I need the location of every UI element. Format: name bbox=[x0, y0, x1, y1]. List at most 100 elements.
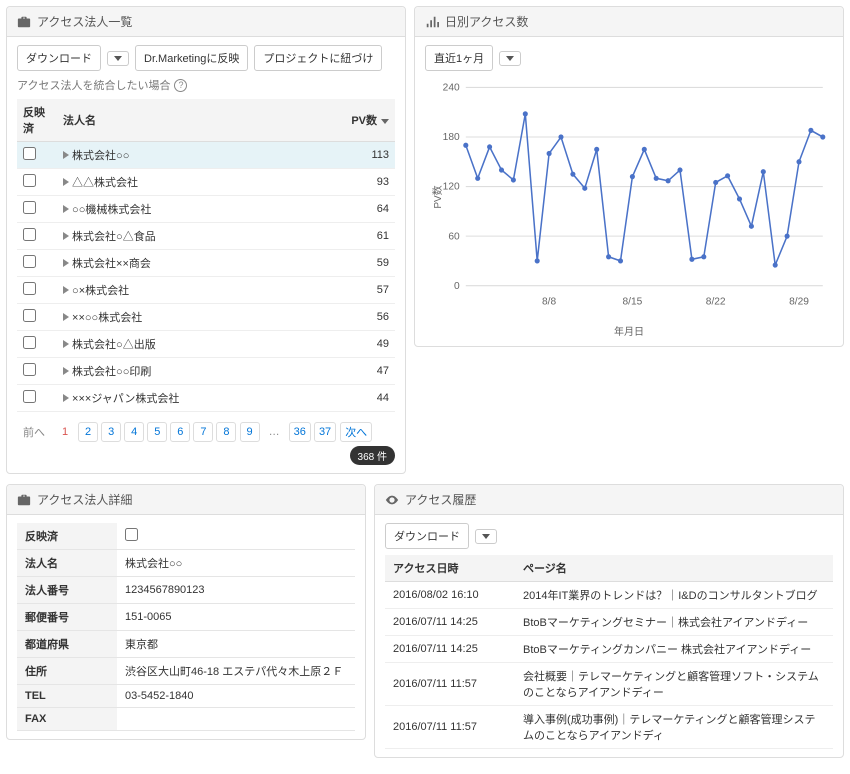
detail-label: 法人番号 bbox=[17, 577, 117, 604]
history-datetime: 2016/07/11 11:57 bbox=[385, 663, 515, 706]
company-name: 株式会社○△食品 bbox=[57, 223, 335, 250]
history-row[interactable]: 2016/07/11 11:57会社概要｜テレマーケティングと顧客管理ソフト・シ… bbox=[385, 663, 833, 706]
row-checkbox[interactable] bbox=[23, 282, 36, 295]
company-name: ××○○株式会社 bbox=[57, 304, 335, 331]
history-table: アクセス日時 ページ名 2016/08/02 16:102014年IT業界のトレ… bbox=[385, 555, 833, 749]
history-row[interactable]: 2016/08/02 16:102014年IT業界のトレンドは？｜I&Dのコンサ… bbox=[385, 582, 833, 609]
svg-text:0: 0 bbox=[454, 281, 460, 292]
company-detail-panel: アクセス法人詳細 反映済法人名株式会社○○法人番号1234567890123郵便… bbox=[6, 484, 366, 740]
pagination-next[interactable]: 次へ bbox=[340, 422, 372, 442]
pagination-page[interactable]: 7 bbox=[193, 422, 213, 442]
col-reflected[interactable]: 反映済 bbox=[17, 99, 57, 142]
reflected-checkbox[interactable] bbox=[125, 528, 138, 541]
chart-ylabel: PV数 bbox=[429, 185, 444, 208]
chevron-right-icon bbox=[63, 367, 69, 375]
detail-value: 151-0065 bbox=[117, 604, 355, 631]
company-name: △△株式会社 bbox=[57, 169, 335, 196]
detail-value bbox=[117, 708, 355, 731]
row-checkbox[interactable] bbox=[23, 309, 36, 322]
chevron-right-icon bbox=[63, 340, 69, 348]
pagination-page[interactable]: 37 bbox=[314, 422, 336, 442]
pagination-page[interactable]: 9 bbox=[240, 422, 260, 442]
history-page: 会社概要｜テレマーケティングと顧客管理ソフト・システムのことならアイアンドディー bbox=[515, 663, 833, 706]
caret-down-icon bbox=[114, 56, 122, 61]
dr-marketing-button[interactable]: Dr.Marketingに反映 bbox=[135, 45, 248, 71]
pv-value: 59 bbox=[335, 250, 395, 277]
pagination-page[interactable]: 5 bbox=[147, 422, 167, 442]
table-row[interactable]: 株式会社○△食品 61 bbox=[17, 223, 395, 250]
svg-text:60: 60 bbox=[448, 231, 460, 242]
row-checkbox[interactable] bbox=[23, 228, 36, 241]
pagination-page[interactable]: 1 bbox=[55, 422, 75, 442]
svg-text:8/15: 8/15 bbox=[622, 296, 642, 307]
range-dropdown[interactable] bbox=[499, 51, 521, 66]
history-page: 2014年IT業界のトレンドは？｜I&Dのコンサルタントブログ bbox=[515, 582, 833, 609]
svg-text:120: 120 bbox=[443, 182, 460, 193]
detail-label: 反映済 bbox=[17, 523, 117, 550]
pagination-prev[interactable]: 前へ bbox=[17, 424, 51, 440]
history-row[interactable]: 2016/07/11 14:25BtoBマーケティングセミナー｜株式会社アイアン… bbox=[385, 609, 833, 636]
history-download-button[interactable]: ダウンロード bbox=[385, 523, 469, 549]
pagination-page[interactable]: 36 bbox=[289, 422, 311, 442]
detail-row: TEL03-5452-1840 bbox=[17, 685, 355, 708]
col-page[interactable]: ページ名 bbox=[515, 555, 833, 582]
history-row[interactable]: 2016/07/11 14:25BtoBマーケティングカンパニー 株式会社アイア… bbox=[385, 636, 833, 663]
detail-value: 渋谷区大山町46-18 エステパ代々木上原２Ｆ bbox=[117, 658, 355, 685]
row-checkbox[interactable] bbox=[23, 174, 36, 187]
detail-value: 1234567890123 bbox=[117, 577, 355, 604]
table-row[interactable]: ○×株式会社 57 bbox=[17, 277, 395, 304]
pagination-page[interactable]: 2 bbox=[78, 422, 98, 442]
briefcase-icon bbox=[17, 15, 31, 29]
detail-label: TEL bbox=[17, 685, 117, 708]
detail-label: 住所 bbox=[17, 658, 117, 685]
access-history-title: アクセス履歴 bbox=[405, 491, 476, 508]
download-dropdown[interactable] bbox=[107, 51, 129, 66]
detail-value bbox=[117, 523, 355, 550]
table-row[interactable]: 株式会社○○印刷 47 bbox=[17, 358, 395, 385]
pv-value: 93 bbox=[335, 169, 395, 196]
col-pv[interactable]: PV数 bbox=[335, 99, 395, 142]
pv-value: 44 bbox=[335, 385, 395, 412]
download-button[interactable]: ダウンロード bbox=[17, 45, 101, 71]
help-icon[interactable]: ? bbox=[174, 79, 187, 92]
pagination-page[interactable]: 8 bbox=[216, 422, 236, 442]
chevron-right-icon bbox=[63, 151, 69, 159]
col-company[interactable]: 法人名 bbox=[57, 99, 335, 142]
row-checkbox[interactable] bbox=[23, 390, 36, 403]
row-checkbox[interactable] bbox=[23, 201, 36, 214]
row-checkbox[interactable] bbox=[23, 255, 36, 268]
table-row[interactable]: ○○機械株式会社 64 bbox=[17, 196, 395, 223]
pagination: 前へ 1 2 3 4 5 6 7 8 9 … 36 37 次へ 368 件 bbox=[17, 422, 395, 465]
pagination-page[interactable]: 3 bbox=[101, 422, 121, 442]
access-history-panel: アクセス履歴 ダウンロード アクセス日時 ページ名 2016/08/02 16:… bbox=[374, 484, 844, 758]
pv-value: 56 bbox=[335, 304, 395, 331]
eye-icon bbox=[385, 493, 399, 507]
svg-text:8/22: 8/22 bbox=[706, 296, 726, 307]
total-count-badge: 368 件 bbox=[350, 446, 395, 465]
company-detail-title: アクセス法人詳細 bbox=[37, 491, 132, 508]
history-page: BtoBマーケティングカンパニー 株式会社アイアンドディー bbox=[515, 636, 833, 663]
detail-label: 都道府県 bbox=[17, 631, 117, 658]
project-link-button[interactable]: プロジェクトに紐づけ bbox=[254, 45, 382, 71]
pv-value: 113 bbox=[335, 142, 395, 169]
table-row[interactable]: ××○○株式会社 56 bbox=[17, 304, 395, 331]
detail-value: 東京都 bbox=[117, 631, 355, 658]
table-row[interactable]: 株式会社○△出版 49 bbox=[17, 331, 395, 358]
row-checkbox[interactable] bbox=[23, 147, 36, 160]
range-button[interactable]: 直近1ヶ月 bbox=[425, 45, 493, 71]
pagination-page[interactable]: 6 bbox=[170, 422, 190, 442]
history-page: 導入事例(成功事例)｜テレマーケティングと顧客管理システムのことならアイアンドデ… bbox=[515, 706, 833, 749]
svg-text:8/8: 8/8 bbox=[542, 296, 556, 307]
table-row[interactable]: ×××ジャパン株式会社 44 bbox=[17, 385, 395, 412]
table-row[interactable]: △△株式会社 93 bbox=[17, 169, 395, 196]
col-datetime[interactable]: アクセス日時 bbox=[385, 555, 515, 582]
history-download-dropdown[interactable] bbox=[475, 529, 497, 544]
row-checkbox[interactable] bbox=[23, 363, 36, 376]
history-row[interactable]: 2016/07/11 11:57導入事例(成功事例)｜テレマーケティングと顧客管… bbox=[385, 706, 833, 749]
chevron-right-icon bbox=[63, 232, 69, 240]
table-row[interactable]: 株式会社○○ 113 bbox=[17, 142, 395, 169]
company-name: 株式会社○○ bbox=[57, 142, 335, 169]
table-row[interactable]: 株式会社××商会 59 bbox=[17, 250, 395, 277]
pagination-page[interactable]: 4 bbox=[124, 422, 144, 442]
row-checkbox[interactable] bbox=[23, 336, 36, 349]
